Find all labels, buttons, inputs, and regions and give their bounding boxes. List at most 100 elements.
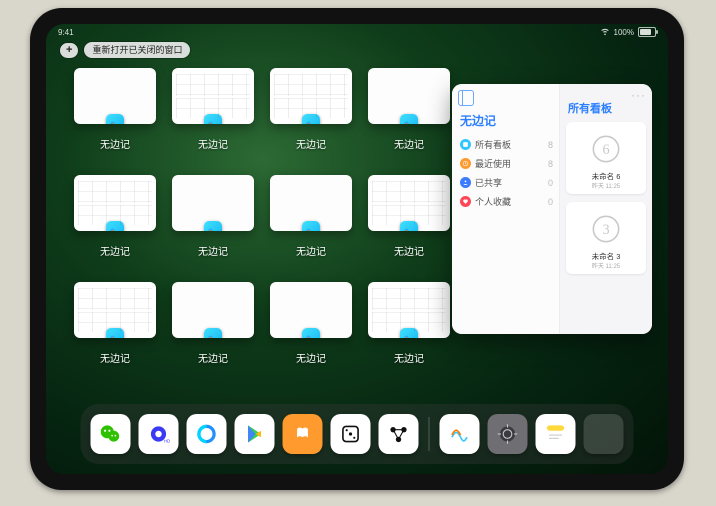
panel-categories: 无边记 所有看板 8 最近使用 8 已共享 0 个人收藏 0 [452, 84, 560, 334]
category-icon [460, 139, 471, 150]
window-label: 无边记 [172, 243, 254, 258]
freeform-app-icon [204, 328, 222, 338]
window-tile[interactable]: 无边记 [172, 68, 254, 151]
freeform-app-icon [106, 114, 124, 124]
ipad-screen: 9:41 100% + 重新打开已关闭的窗口 无边记无边记无边记无边记无边记无边… [46, 24, 668, 474]
category-count: 0 [548, 197, 553, 207]
window-overview-grid: 无边记无边记无边记无边记无边记无边记无边记无边记无边记无边记无边记无边记 [74, 68, 454, 365]
window-label: 无边记 [270, 243, 352, 258]
window-tile[interactable]: 无边记 [172, 282, 254, 365]
battery-icon [638, 27, 656, 37]
svg-text:6: 6 [602, 142, 609, 158]
category-count: 0 [548, 178, 553, 188]
window-thumbnail [368, 68, 450, 124]
panel-boards: ··· 所有看板 6 未命名 6 昨天 11:253 未命名 3昨天 11:25 [560, 84, 652, 334]
status-battery-pct: 100% [614, 28, 634, 37]
window-thumbnail [368, 282, 450, 338]
svg-text:3: 3 [602, 222, 609, 238]
freeform-sidebar-popover: 无边记 所有看板 8 最近使用 8 已共享 0 个人收藏 0 ··· 所有看板 6 未命名 6 昨… [452, 84, 652, 334]
window-tile[interactable]: 无边记 [270, 282, 352, 365]
board-card[interactable]: 6未命名 6昨天 11:25 [566, 122, 646, 194]
category-count: 8 [548, 159, 553, 169]
board-thumbnail: 3 [570, 206, 642, 252]
category-icon [460, 177, 471, 188]
category-label: 个人收藏 [475, 195, 511, 208]
panel-boards-title: 所有看板 [568, 100, 646, 116]
ipad-frame: 9:41 100% + 重新打开已关闭的窗口 无边记无边记无边记无边记无边记无边… [30, 8, 684, 490]
window-thumbnail [270, 282, 352, 338]
panel-category-item[interactable]: 最近使用 8 [458, 154, 555, 173]
category-icon [460, 158, 471, 169]
dock-app-library[interactable] [584, 414, 624, 454]
dock-app-quark[interactable]: HD [139, 414, 179, 454]
board-name: 未命名 6 [570, 172, 642, 181]
window-label: 无边记 [74, 243, 156, 258]
panel-category-item[interactable]: 已共享 0 [458, 173, 555, 192]
dock-app-nodes[interactable] [379, 414, 419, 454]
status-time: 9:41 [58, 28, 74, 37]
window-label: 无边记 [270, 136, 352, 151]
window-tile[interactable]: 无边记 [74, 282, 156, 365]
freeform-app-icon [302, 114, 320, 124]
window-label: 无边记 [270, 350, 352, 365]
window-thumbnail [74, 68, 156, 124]
board-thumbnail: 6 [570, 126, 642, 172]
category-label: 最近使用 [475, 157, 511, 170]
stage-manager-controls: + 重新打开已关闭的窗口 [60, 42, 190, 58]
freeform-app-icon [302, 328, 320, 338]
category-count: 8 [548, 140, 553, 150]
category-label: 所有看板 [475, 138, 511, 151]
window-tile[interactable]: 无边记 [270, 68, 352, 151]
dock-app-settings[interactable] [488, 414, 528, 454]
freeform-app-icon [400, 221, 418, 231]
window-label: 无边记 [368, 243, 450, 258]
status-bar: 9:41 100% [46, 24, 668, 40]
window-thumbnail [172, 68, 254, 124]
reopen-closed-window-button[interactable]: 重新打开已关闭的窗口 [84, 42, 190, 58]
window-thumbnail [270, 175, 352, 231]
category-label: 已共享 [475, 176, 502, 189]
dock-app-play[interactable] [235, 414, 275, 454]
board-timestamp: 昨天 11:25 [570, 261, 642, 270]
dock-app-books[interactable] [283, 414, 323, 454]
svg-text:HD: HD [164, 439, 170, 444]
window-tile[interactable]: 无边记 [368, 68, 450, 151]
dock: HD [81, 404, 634, 464]
panel-category-item[interactable]: 个人收藏 0 [458, 192, 555, 211]
window-tile[interactable]: 无边记 [172, 175, 254, 258]
sidebar-toggle-icon[interactable] [458, 90, 474, 106]
board-name: 未命名 3 [570, 252, 642, 261]
window-thumbnail [172, 175, 254, 231]
freeform-app-icon [106, 221, 124, 231]
window-tile[interactable]: 无边记 [368, 175, 450, 258]
freeform-app-icon [204, 221, 222, 231]
dock-app-wechat[interactable] [91, 414, 131, 454]
window-thumbnail [270, 68, 352, 124]
freeform-app-icon [106, 328, 124, 338]
window-thumbnail [74, 175, 156, 231]
dock-app-freeform[interactable] [440, 414, 480, 454]
freeform-app-icon [204, 114, 222, 124]
dock-separator [429, 417, 430, 451]
window-label: 无边记 [368, 136, 450, 151]
freeform-app-icon [400, 328, 418, 338]
panel-app-title: 无边记 [460, 112, 555, 129]
window-tile[interactable]: 无边记 [270, 175, 352, 258]
new-window-button[interactable]: + [60, 43, 78, 58]
window-label: 无边记 [74, 350, 156, 365]
board-card[interactable]: 3 未命名 3昨天 11:25 [566, 202, 646, 274]
dock-app-dice[interactable] [331, 414, 371, 454]
window-tile[interactable]: 无边记 [74, 68, 156, 151]
more-icon[interactable]: ··· [631, 88, 646, 102]
window-thumbnail [172, 282, 254, 338]
dock-app-notes[interactable] [536, 414, 576, 454]
window-tile[interactable]: 无边记 [368, 282, 450, 365]
dock-app-qqbrowser[interactable] [187, 414, 227, 454]
window-thumbnail [74, 282, 156, 338]
category-icon [460, 196, 471, 207]
window-label: 无边记 [172, 136, 254, 151]
window-tile[interactable]: 无边记 [74, 175, 156, 258]
window-label: 无边记 [172, 350, 254, 365]
wifi-icon [600, 26, 610, 38]
panel-category-item[interactable]: 所有看板 8 [458, 135, 555, 154]
